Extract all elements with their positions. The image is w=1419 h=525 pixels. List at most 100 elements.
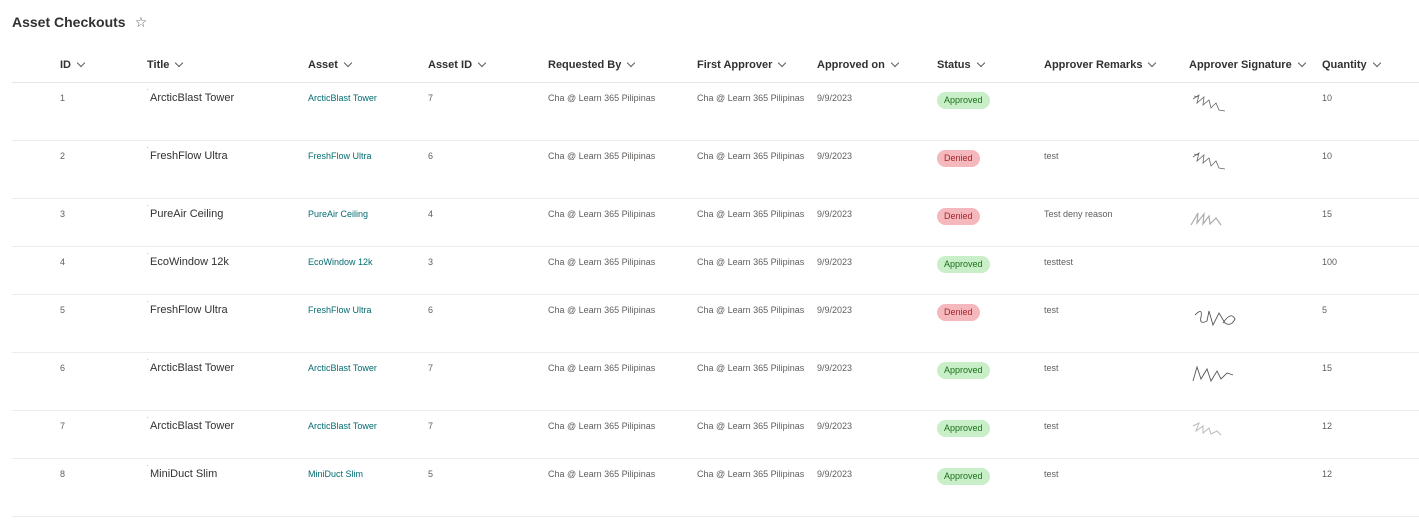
title-link[interactable]: ⁺EcoWindow 12k — [147, 252, 229, 268]
asset-link[interactable]: ArcticBlast Tower — [308, 93, 377, 103]
cell-title[interactable]: ⁺FreshFlow Ultra — [147, 294, 308, 353]
cell-asset[interactable]: MiniDuct Slim — [308, 458, 428, 517]
requested-by-value: Cha @ Learn 365 Pilipinas — [548, 363, 656, 373]
cell-asset-id: 7 — [428, 82, 548, 141]
title-link[interactable]: ⁺ArcticBlast Tower — [147, 88, 234, 104]
requested-by-value: Cha @ Learn 365 Pilipinas — [548, 93, 656, 103]
title-value: MiniDuct Slim — [150, 468, 218, 480]
first-approver-value: Cha @ Learn 365 Pilipinas — [697, 151, 805, 161]
column-header-approved-on[interactable]: Approved on — [817, 47, 937, 83]
cell-approved-on: 9/9/2023 — [817, 246, 937, 295]
column-header-first-approver[interactable]: First Approver — [697, 47, 817, 83]
cell-title[interactable]: ⁺PureAir Ceiling — [147, 198, 308, 247]
cell-requested-by: Cha @ Learn 365 Pilipinas — [548, 458, 697, 517]
approved-on-value: 9/9/2023 — [817, 421, 853, 431]
new-item-icon: ⁺ — [147, 416, 149, 423]
title-link[interactable]: ⁺ArcticBlast Tower — [147, 358, 234, 374]
remarks-value: testtest — [1044, 257, 1074, 267]
status-badge: Approved — [937, 256, 990, 273]
asset-link[interactable]: ArcticBlast Tower — [308, 363, 377, 373]
asset-link[interactable]: FreshFlow Ultra — [308, 151, 372, 161]
cell-asset[interactable]: FreshFlow Ultra — [308, 294, 428, 353]
remarks-value — [1044, 83, 1189, 93]
cell-requested-by: Cha @ Learn 365 Pilipinas — [548, 294, 697, 353]
cell-id: 3 — [12, 198, 147, 247]
cell-title[interactable]: ⁺ArcticBlast Tower — [147, 352, 308, 411]
cell-approver-remarks: test — [1044, 294, 1189, 353]
title-link[interactable]: ⁺FreshFlow Ultra — [147, 146, 228, 162]
cell-requested-by: Cha @ Learn 365 Pilipinas — [548, 246, 697, 295]
table-row[interactable]: 3⁺PureAir Ceiling PureAir Ceiling 4 Cha @ L… — [12, 198, 1419, 247]
table-row[interactable]: 6⁺ArcticBlast TowerArcticBlast Tower7Cha… — [12, 352, 1419, 411]
asset-link[interactable]: ArcticBlast Tower — [308, 421, 377, 431]
asset-id-value: 5 — [428, 469, 434, 479]
cell-asset-id: 6 — [428, 140, 548, 199]
table-row[interactable]: 4⁺EcoWindow 12kEcoWindow 12k3Cha @ Learn… — [12, 246, 1419, 295]
page-title: Asset Checkouts — [12, 14, 126, 30]
column-header-status[interactable]: Status — [937, 47, 1044, 83]
cell-id: 6 — [12, 352, 147, 411]
cell-asset[interactable]: ArcticBlast Tower — [308, 410, 428, 459]
column-header-asset[interactable]: Asset — [308, 47, 428, 83]
table-row[interactable]: 5⁺FreshFlow UltraFreshFlow Ultra6Cha @ L… — [12, 294, 1419, 353]
title-link[interactable]: ⁺FreshFlow Ultra — [147, 300, 228, 316]
cell-quantity: 15 — [1322, 198, 1419, 247]
column-header-asset-id[interactable]: Asset ID — [428, 47, 548, 83]
title-link[interactable]: ⁺PureAir Ceiling — [147, 204, 223, 220]
cell-asset[interactable]: ArcticBlast Tower — [308, 82, 428, 141]
cell-id: 1 — [12, 82, 147, 141]
table-row[interactable]: 8⁺MiniDuct SlimMiniDuct Slim5Cha @ Learn… — [12, 458, 1419, 517]
quantity-value: 12 — [1322, 421, 1333, 431]
asset-id-value: 4 — [428, 209, 434, 219]
id-value: 2 — [60, 151, 66, 161]
table-row[interactable]: 1⁺ArcticBlast Tower ArcticBlast Tower 7 Cha… — [12, 82, 1419, 141]
cell-requested-by: Cha @ Learn 365 Pilipinas — [548, 352, 697, 411]
cell-title[interactable]: ⁺EcoWindow 12k — [147, 246, 308, 295]
column-header-requested-by[interactable]: Requested By — [548, 47, 697, 83]
asset-link[interactable]: MiniDuct Slim — [308, 469, 363, 479]
table-row[interactable]: 2 ⁺FreshFlow Ultra FreshFlow Ultra 6 Cha @ L… — [12, 140, 1419, 199]
asset-link[interactable]: PureAir Ceiling — [308, 209, 368, 219]
new-item-icon: ⁺ — [147, 464, 149, 471]
column-header-quantity[interactable]: Quantity — [1322, 47, 1419, 83]
cell-approved-on: 9/9/2023 — [817, 140, 937, 199]
chevron-down-icon — [1297, 58, 1306, 68]
cell-asset[interactable]: ArcticBlast Tower — [308, 352, 428, 411]
asset-link[interactable]: FreshFlow Ultra — [308, 305, 372, 315]
cell-asset[interactable]: EcoWindow 12k — [308, 246, 428, 295]
cell-title[interactable]: ⁺FreshFlow Ultra — [147, 140, 308, 199]
cell-first-approver: Cha @ Learn 365 Pilipinas — [697, 82, 817, 141]
cell-asset[interactable]: PureAir Ceiling — [308, 198, 428, 247]
asset-id-value: 7 — [428, 93, 434, 103]
approved-on-value: 9/9/2023 — [817, 305, 853, 315]
cell-asset[interactable]: FreshFlow Ultra — [308, 140, 428, 199]
column-header-approver-remarks[interactable]: Approver Remarks — [1044, 47, 1189, 83]
column-header-title[interactable]: Title — [147, 47, 308, 83]
asset-id-value: 7 — [428, 421, 434, 431]
title-link[interactable]: ⁺ArcticBlast Tower — [147, 416, 234, 432]
quantity-value: 15 — [1322, 209, 1333, 219]
chevron-down-icon — [175, 58, 184, 68]
first-approver-value: Cha @ Learn 365 Pilipinas — [697, 421, 805, 431]
signature-image — [1192, 94, 1226, 112]
chevron-down-icon — [890, 58, 900, 68]
cell-requested-by: Cha @ Learn 365 Pilipinas — [548, 82, 697, 141]
column-header-approver-signature[interactable]: Approver Signature — [1189, 47, 1322, 83]
title-link[interactable]: ⁺MiniDuct Slim — [147, 464, 218, 480]
column-header-label: ID — [60, 58, 71, 71]
star-icon[interactable]: ☆ — [135, 15, 148, 29]
remarks-value: test — [1044, 363, 1059, 373]
table-row[interactable]: 7⁺ArcticBlast TowerArcticBlast Tower7Cha… — [12, 410, 1419, 459]
cell-status: Approved — [937, 246, 1044, 295]
approved-on-value: 9/9/2023 — [817, 257, 853, 267]
chevron-down-icon — [76, 58, 86, 68]
cell-status: Denied — [937, 198, 1044, 247]
column-header-id[interactable]: ID — [12, 47, 147, 83]
cell-title[interactable]: ⁺ArcticBlast Tower — [147, 410, 308, 459]
cell-title[interactable]: ⁺ArcticBlast Tower — [147, 82, 308, 141]
cell-quantity: 10 — [1322, 140, 1419, 199]
cell-first-approver: Cha @ Learn 365 Pilipinas — [697, 198, 817, 247]
cell-title[interactable]: ⁺MiniDuct Slim — [147, 458, 308, 517]
asset-link[interactable]: EcoWindow 12k — [308, 257, 373, 267]
column-header-label: Title — [147, 58, 170, 71]
